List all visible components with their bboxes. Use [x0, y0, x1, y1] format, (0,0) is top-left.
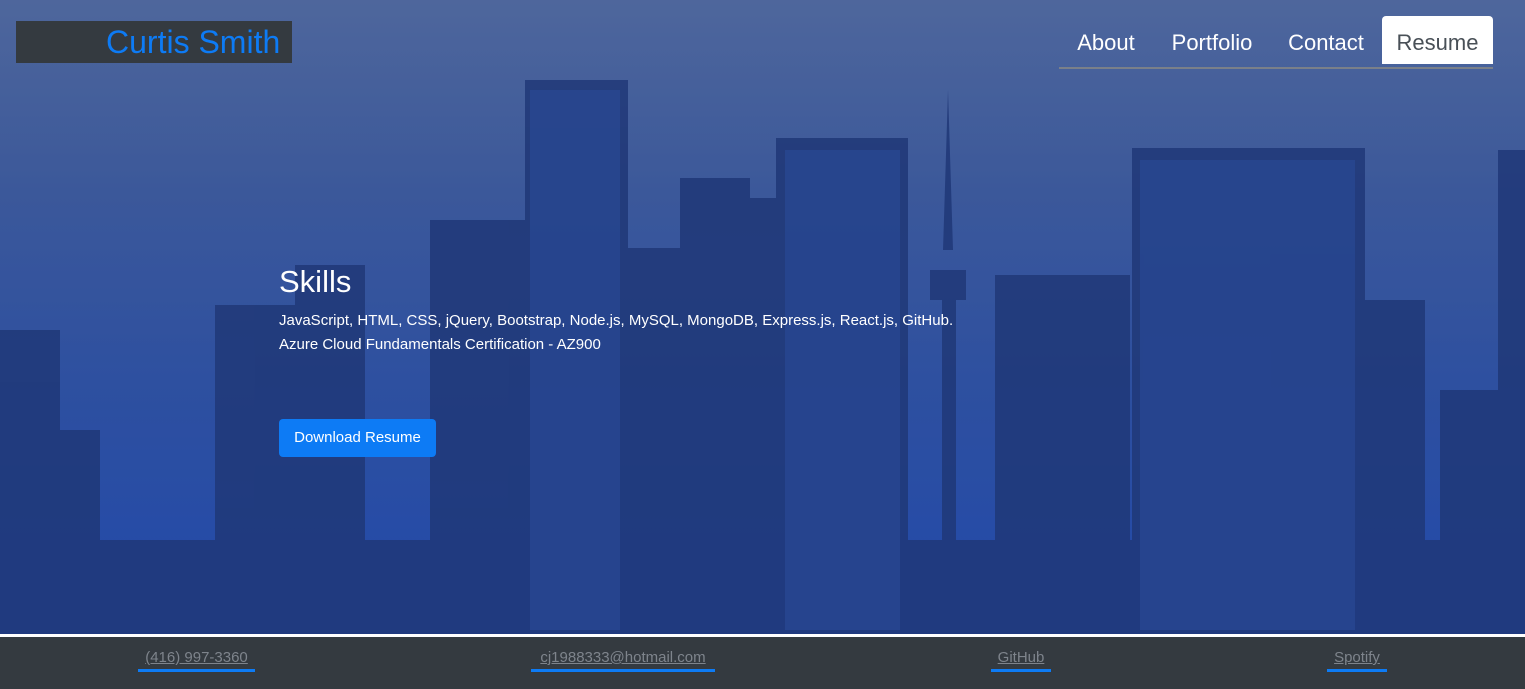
skills-title: Skills [279, 264, 352, 299]
main-nav: About Portfolio Contact Resume [1059, 16, 1493, 69]
brand-logo[interactable]: Curtis Smith [16, 21, 292, 63]
nav-contact[interactable]: Contact [1273, 16, 1379, 64]
download-resume-button[interactable]: Download Resume [279, 419, 436, 457]
certification-text: Azure Cloud Fundamentals Certification -… [279, 336, 601, 353]
footer-spotify-link[interactable]: Spotify [1327, 648, 1387, 672]
footer-github-link[interactable]: GitHub [991, 648, 1051, 672]
footer-phone-link[interactable]: (416) 997-3360 [138, 648, 255, 672]
footer: (416) 997-3360 cj1988333@hotmail.com Git… [0, 634, 1525, 689]
footer-email-link[interactable]: cj1988333@hotmail.com [531, 648, 715, 672]
nav-about[interactable]: About [1059, 16, 1153, 64]
skills-list: JavaScript, HTML, CSS, jQuery, Bootstrap… [279, 312, 954, 329]
nav-portfolio[interactable]: Portfolio [1159, 16, 1265, 64]
nav-resume[interactable]: Resume [1382, 16, 1493, 64]
